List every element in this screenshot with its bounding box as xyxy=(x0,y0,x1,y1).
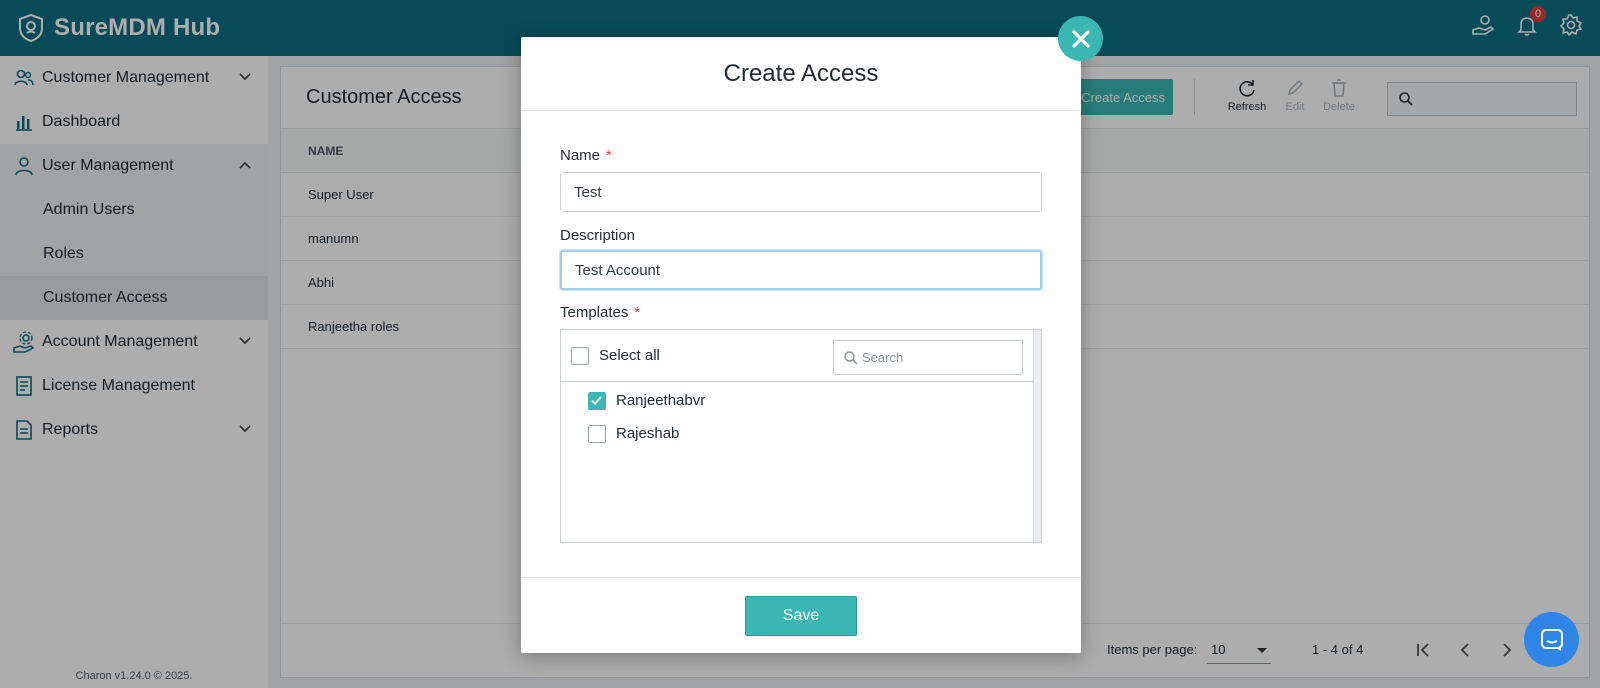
dialog-title: Create Access xyxy=(521,37,1081,111)
templates-label-text: Templates xyxy=(560,304,629,321)
templates-list-header: Select all Search xyxy=(561,330,1033,382)
save-button[interactable]: Save xyxy=(745,596,857,636)
templates-label: Templates * xyxy=(560,304,640,321)
dialog-footer: Save xyxy=(521,577,1081,653)
template-checkbox-checked[interactable] xyxy=(588,392,606,410)
select-all-label[interactable]: Select all xyxy=(599,347,660,364)
template-checkbox[interactable] xyxy=(588,425,606,443)
required-mark: * xyxy=(634,304,641,321)
template-label[interactable]: Ranjeethabvr xyxy=(616,392,705,409)
search-icon xyxy=(844,351,858,365)
name-label: Name * xyxy=(560,147,612,164)
select-all-checkbox[interactable] xyxy=(571,347,589,365)
templates-list-box: Select all Search Ranjeethabvr Rajeshab xyxy=(560,329,1042,543)
description-label: Description xyxy=(560,227,636,244)
chat-icon xyxy=(1540,628,1563,651)
description-field[interactable]: Test Account xyxy=(560,250,1042,290)
required-mark: * xyxy=(606,147,612,164)
templates-scrollbar[interactable] xyxy=(1033,330,1041,542)
templates-search-input[interactable]: Search xyxy=(833,340,1023,375)
close-icon xyxy=(1071,29,1090,48)
name-field[interactable]: Test xyxy=(560,172,1042,212)
search-placeholder: Search xyxy=(862,350,904,365)
template-label[interactable]: Rajeshab xyxy=(616,425,679,442)
create-access-dialog: Create Access Name * Test Description Tes… xyxy=(521,37,1081,653)
close-dialog-button[interactable] xyxy=(1058,16,1103,61)
chat-launcher-button[interactable] xyxy=(1524,612,1579,667)
name-label-text: Name xyxy=(560,147,601,164)
checkmark-icon xyxy=(591,396,602,406)
